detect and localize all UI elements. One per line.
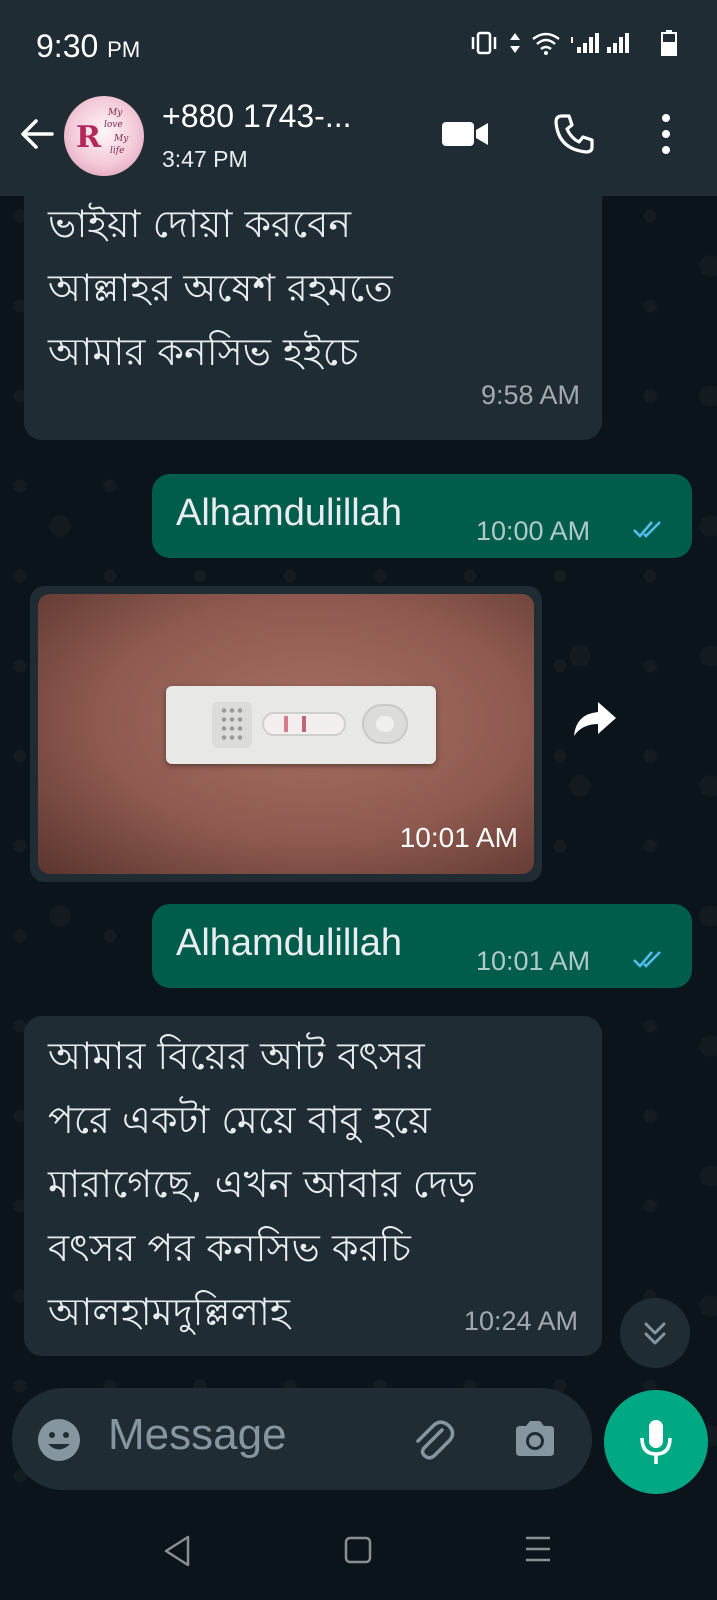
status-clock: 9:30 bbox=[36, 28, 99, 64]
message-text: আমার বিয়ের আট বৎসর পরে একটা মেয়ে বাবু … bbox=[48, 1034, 476, 1334]
avatar-letter: R bbox=[76, 120, 101, 155]
status-icons bbox=[469, 30, 677, 56]
scroll-down-button[interactable] bbox=[620, 1298, 690, 1368]
signal-icon bbox=[571, 33, 629, 53]
read-ticks-icon bbox=[633, 951, 661, 968]
avatar-script-1: My bbox=[108, 108, 123, 118]
message-bubble-outgoing[interactable]: Alhamdulillah 10:00 AM bbox=[152, 474, 692, 558]
chat-header: R My love My life +880 1743-... 3:47 PM bbox=[0, 92, 717, 196]
message-time: 10:00 AM bbox=[476, 516, 591, 546]
message-bubble-outgoing[interactable]: Alhamdulillah 10:01 AM bbox=[152, 904, 692, 988]
message-time: 10:01 AM bbox=[476, 946, 591, 976]
system-nav-bar bbox=[0, 1500, 717, 1600]
vibrate-icon bbox=[471, 31, 497, 55]
message-text: ভাইয়া দোয়া করবেন আল্লাহর অষেশ রহমতে আম… bbox=[48, 202, 393, 374]
scroll-down-icon bbox=[644, 1322, 666, 1345]
message-bubble-incoming[interactable]: আমার বিয়ের আট বৎসর পরে একটা মেয়ে বাবু … bbox=[24, 1016, 602, 1356]
video-call-icon[interactable] bbox=[440, 116, 490, 152]
contact-name[interactable]: +880 1743-... bbox=[162, 98, 351, 135]
mic-button[interactable] bbox=[604, 1390, 708, 1494]
data-arrows-icon bbox=[510, 33, 520, 53]
message-composer[interactable]: Message bbox=[12, 1388, 592, 1490]
message-time: 10:24 AM bbox=[463, 1306, 578, 1336]
nav-recents-icon[interactable] bbox=[524, 1534, 552, 1564]
message-text: Alhamdulillah bbox=[176, 922, 403, 964]
pregnancy-test-photo[interactable]: 10:01 AM bbox=[38, 594, 534, 874]
image-time: 10:01 AM bbox=[399, 822, 518, 853]
emoji-icon[interactable] bbox=[36, 1417, 82, 1463]
avatar-script-3: My bbox=[114, 134, 129, 144]
mic-icon bbox=[640, 1420, 672, 1464]
avatar-script-4: life bbox=[110, 146, 125, 156]
battery-icon bbox=[661, 30, 677, 56]
more-vert-icon[interactable] bbox=[656, 112, 676, 156]
message-time: 9:58 AM bbox=[480, 380, 580, 410]
message-input[interactable]: Message bbox=[108, 1410, 287, 1460]
phone-icon[interactable] bbox=[552, 112, 596, 156]
status-ampm: PM bbox=[107, 37, 141, 62]
camera-icon[interactable] bbox=[512, 1418, 558, 1460]
nav-home-icon[interactable] bbox=[344, 1536, 372, 1564]
forward-icon[interactable] bbox=[570, 696, 620, 740]
test-strip-image bbox=[166, 686, 436, 764]
read-ticks-icon bbox=[633, 521, 661, 538]
chat-area[interactable]: ভাইয়া দোয়া করবেন আল্লাহর অষেশ রহমতে আম… bbox=[0, 196, 717, 1496]
avatar[interactable]: R My love My life bbox=[64, 96, 144, 176]
last-seen: 3:47 PM bbox=[162, 146, 248, 172]
status-bar: 9:30 PM bbox=[0, 0, 717, 92]
message-bubble-incoming[interactable]: ভাইয়া দোয়া করবেন আল্লাহর অষেশ রহমতে আম… bbox=[24, 196, 602, 440]
status-time: 9:30 PM bbox=[36, 28, 140, 65]
avatar-script-2: love bbox=[104, 120, 123, 130]
message-text: Alhamdulillah bbox=[176, 492, 403, 534]
attach-icon[interactable] bbox=[408, 1414, 458, 1464]
back-arrow-icon[interactable] bbox=[16, 112, 60, 156]
nav-back-icon[interactable] bbox=[162, 1534, 192, 1568]
wifi-icon bbox=[532, 32, 560, 55]
